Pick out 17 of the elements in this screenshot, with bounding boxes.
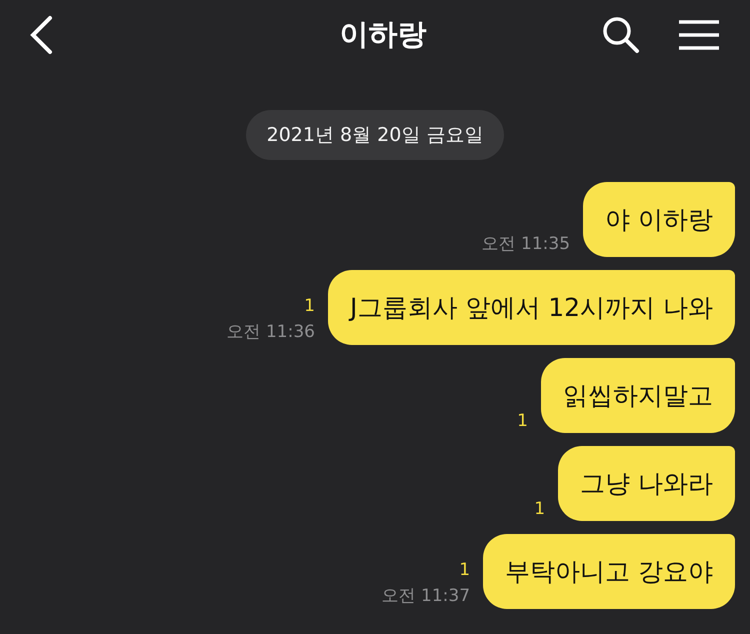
chat-title: 이하랑 [338,16,428,53]
search-icon[interactable] [602,16,640,54]
unread-count: 1 [534,499,546,519]
unread-count: 1 [459,560,470,580]
date-divider: 2021년 8월 20일 금요일 [246,110,504,160]
message-bubble: J그룹회사 앞에서 12시까지 나와 [328,270,735,345]
back-icon[interactable] [28,15,54,55]
menu-icon[interactable] [678,20,720,50]
message-bubble: 야 이하랑 [583,182,735,257]
message-bubble: 그냥 나와라 [558,446,735,521]
message-bubble: 부탁아니고 강요야 [483,534,735,609]
message-time: 오전 11:37 [382,585,470,607]
message-bubble: 읽씹하지말고 [541,358,735,433]
unread-count: 1 [517,411,528,431]
unread-count: 1 [304,296,315,316]
message-time: 오전 11:35 [482,233,570,255]
message-time: 오전 11:36 [226,321,315,343]
